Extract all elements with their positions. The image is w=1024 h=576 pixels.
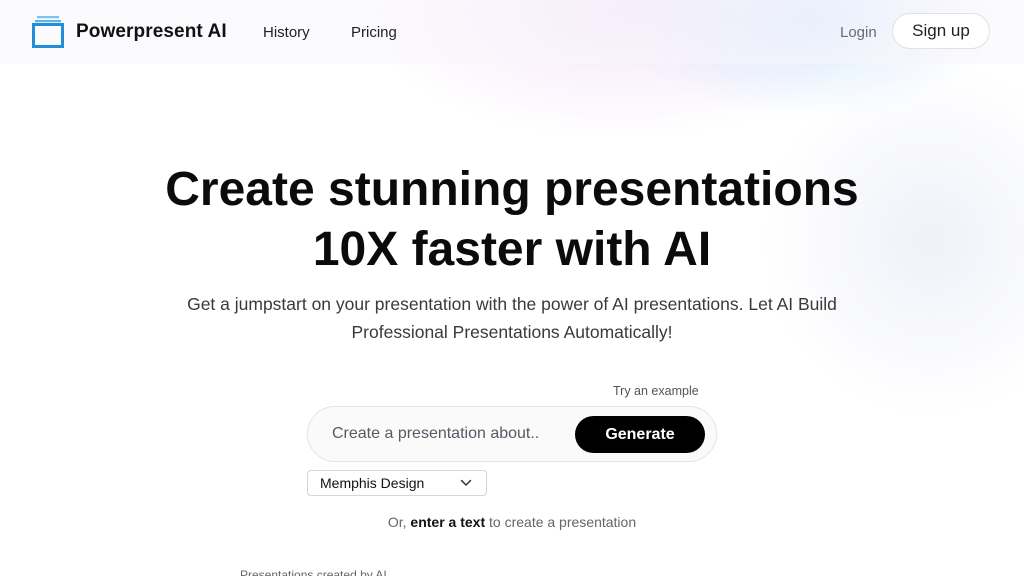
- theme-selected-value: Memphis Design: [320, 475, 425, 491]
- top-navbar: Powerpresent AI History Pricing Login Si…: [0, 0, 1024, 64]
- hero-title-line-1: Create stunning presentations: [165, 163, 859, 216]
- signup-button[interactable]: Sign up: [892, 13, 990, 49]
- or-prefix: Or,: [387, 514, 407, 530]
- hero-subtitle: Get a jumpstart on your presentation wit…: [187, 294, 837, 342]
- nav-pricing-link[interactable]: Pricing: [351, 24, 397, 41]
- landing-page: Powerpresent AI History Pricing Login Si…: [0, 0, 1024, 576]
- try-example-link[interactable]: Try an example: [613, 384, 699, 398]
- or-suffix: to create a presentation: [489, 514, 637, 530]
- hero-title: Create stunning presentations 10X faster…: [0, 160, 1024, 280]
- presentation-topic-input[interactable]: [332, 419, 568, 449]
- section-heading-partial: Presentations created by AI: [240, 568, 387, 576]
- brand-name[interactable]: Powerpresent AI: [76, 21, 227, 43]
- stacked-window-logo-icon[interactable]: [32, 15, 64, 49]
- login-link[interactable]: Login: [840, 24, 877, 41]
- prompt-box: Generate: [307, 406, 717, 462]
- enter-text-link[interactable]: enter a text: [410, 514, 485, 530]
- chevron-down-icon: [460, 479, 472, 486]
- generate-button[interactable]: Generate: [575, 416, 705, 453]
- hero-title-line-2: 10X faster with AI: [312, 223, 712, 276]
- nav-history-link[interactable]: History: [263, 24, 310, 41]
- alternative-input-hint: Or, enter a text to create a presentatio…: [0, 514, 1024, 530]
- theme-select[interactable]: Memphis Design: [307, 470, 487, 496]
